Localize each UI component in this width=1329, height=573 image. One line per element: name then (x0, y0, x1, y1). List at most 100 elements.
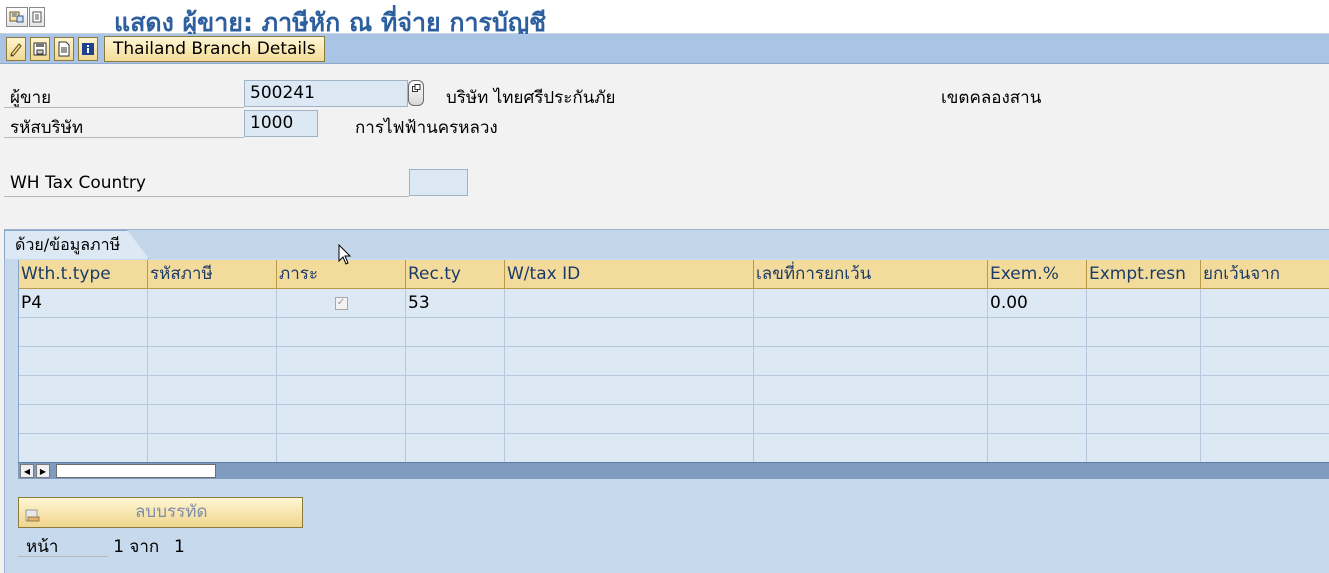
table-cell[interactable] (19, 434, 148, 462)
table-cell[interactable] (1087, 434, 1201, 462)
info-icon[interactable] (78, 37, 98, 61)
table-cell[interactable] (148, 434, 277, 462)
table-cell[interactable] (1201, 318, 1329, 347)
table-cell[interactable] (754, 347, 988, 376)
page-total: 1 (174, 537, 185, 557)
table-cell[interactable] (754, 405, 988, 434)
document-icon[interactable] (54, 37, 74, 61)
cell-exemption-no[interactable] (754, 289, 988, 318)
page-label: หน้า (26, 537, 59, 557)
column-header[interactable]: W/tax ID (505, 260, 754, 289)
table-cell[interactable] (406, 434, 505, 462)
table-cell[interactable] (505, 434, 754, 462)
column-header[interactable]: Exem.% (988, 260, 1087, 289)
delete-row-button[interactable]: ลบบรรทัด (18, 497, 303, 528)
scroll-right-icon[interactable]: ▶ (36, 464, 50, 478)
column-header[interactable]: Exmpt.resn (1087, 260, 1201, 289)
table-cell[interactable] (505, 376, 754, 405)
table-cell[interactable] (277, 318, 406, 347)
table-row[interactable] (19, 376, 1329, 405)
table-cell[interactable] (19, 347, 148, 376)
vendor-field[interactable]: 500241 (244, 80, 408, 107)
wh-tax-country-field[interactable] (409, 169, 468, 196)
delete-row-label: ลบบรรทัด (135, 502, 208, 522)
vendor-name: บริษัท ไทยศรีประกันภัย (446, 88, 616, 108)
cell-exempt-from[interactable] (1201, 289, 1329, 318)
scroll-thumb[interactable] (56, 464, 216, 478)
table-cell[interactable] (1201, 434, 1329, 462)
page-label-underline (18, 556, 108, 557)
table-cell[interactable] (754, 318, 988, 347)
table-cell[interactable] (19, 318, 148, 347)
table-cell[interactable] (505, 405, 754, 434)
table-cell[interactable] (754, 434, 988, 462)
cell-exem-pct[interactable]: 0.00 (988, 289, 1087, 318)
table-cell[interactable] (988, 434, 1087, 462)
column-header[interactable]: Rec.ty (406, 260, 505, 289)
page-current: 1 (113, 537, 125, 557)
cell-tax-code[interactable] (148, 289, 277, 318)
table-cell[interactable] (406, 318, 505, 347)
table-cell[interactable] (1087, 347, 1201, 376)
table-cell[interactable] (505, 347, 754, 376)
table-cell[interactable] (277, 376, 406, 405)
table-cell[interactable] (19, 405, 148, 434)
table-cell[interactable] (148, 405, 277, 434)
table-cell[interactable] (1201, 376, 1329, 405)
column-header[interactable]: Wth.t.type (19, 260, 148, 289)
vendor-city: เขตคลองสาน (941, 88, 1042, 108)
column-header[interactable]: รหัสภาษี (148, 260, 277, 289)
table-cell[interactable] (988, 405, 1087, 434)
table-cell[interactable] (148, 318, 277, 347)
thailand-branch-details-button[interactable]: Thailand Branch Details (104, 36, 325, 62)
cell-wtax-id[interactable] (505, 289, 754, 318)
table-cell[interactable] (505, 318, 754, 347)
table-cell[interactable] (277, 347, 406, 376)
table-cell[interactable] (277, 405, 406, 434)
delete-row-icon (25, 505, 41, 534)
company-code-field[interactable]: 1000 (244, 110, 318, 137)
table-row[interactable] (19, 347, 1329, 376)
cell-rec-type[interactable]: 53 (406, 289, 505, 318)
system-menu-group (6, 7, 45, 27)
table-cell[interactable] (1201, 405, 1329, 434)
edit-icon[interactable] (6, 37, 26, 61)
table-cell[interactable] (406, 376, 505, 405)
table-row[interactable]: P4 ✓ 53 0.00 (19, 289, 1329, 318)
withholding-tax-table: Wth.t.type รหัสภาษี ภาระ Rec.ty W/tax ID… (18, 260, 1329, 462)
tabstrip (4, 229, 1329, 259)
cell-wth-type[interactable]: P4 (19, 289, 148, 318)
table-cell[interactable] (1087, 376, 1201, 405)
table-cell[interactable] (19, 376, 148, 405)
table-cell[interactable] (1087, 318, 1201, 347)
cell-exempt-reason[interactable] (1087, 289, 1201, 318)
table-cell[interactable] (988, 318, 1087, 347)
page-of: จาก (129, 537, 160, 557)
wh-tax-country-underline (4, 196, 409, 197)
table-row[interactable] (19, 318, 1329, 347)
table-row[interactable] (19, 434, 1329, 462)
table-horizontal-scrollbar[interactable]: ◀ ▶ (18, 462, 1329, 479)
tab-withholding-tax-data[interactable]: ด้วย/ข้อมูลภาษี (4, 230, 149, 259)
table-cell[interactable] (988, 347, 1087, 376)
column-header[interactable]: ยกเว้นจาก (1201, 260, 1329, 289)
table-cell[interactable] (406, 405, 505, 434)
company-code-label-underline (4, 137, 244, 138)
table-cell[interactable] (1201, 347, 1329, 376)
table-cell[interactable] (148, 376, 277, 405)
table-cell[interactable] (754, 376, 988, 405)
table-cell[interactable] (406, 347, 505, 376)
scroll-left-icon[interactable]: ◀ (20, 464, 34, 478)
save-icon[interactable] (30, 37, 50, 61)
system-menu-icon[interactable] (29, 7, 45, 27)
table-row[interactable] (19, 405, 1329, 434)
f4-help-icon[interactable] (408, 80, 424, 106)
table-cell[interactable] (148, 347, 277, 376)
liable-checkbox: ✓ (334, 296, 348, 310)
column-header[interactable]: เลขที่การยกเว้น (754, 260, 988, 289)
table-cell[interactable] (1087, 405, 1201, 434)
company-name: การไฟฟ้านครหลวง (355, 118, 498, 138)
table-cell[interactable] (277, 434, 406, 462)
table-cell[interactable] (988, 376, 1087, 405)
favorites-icon[interactable] (6, 7, 28, 27)
